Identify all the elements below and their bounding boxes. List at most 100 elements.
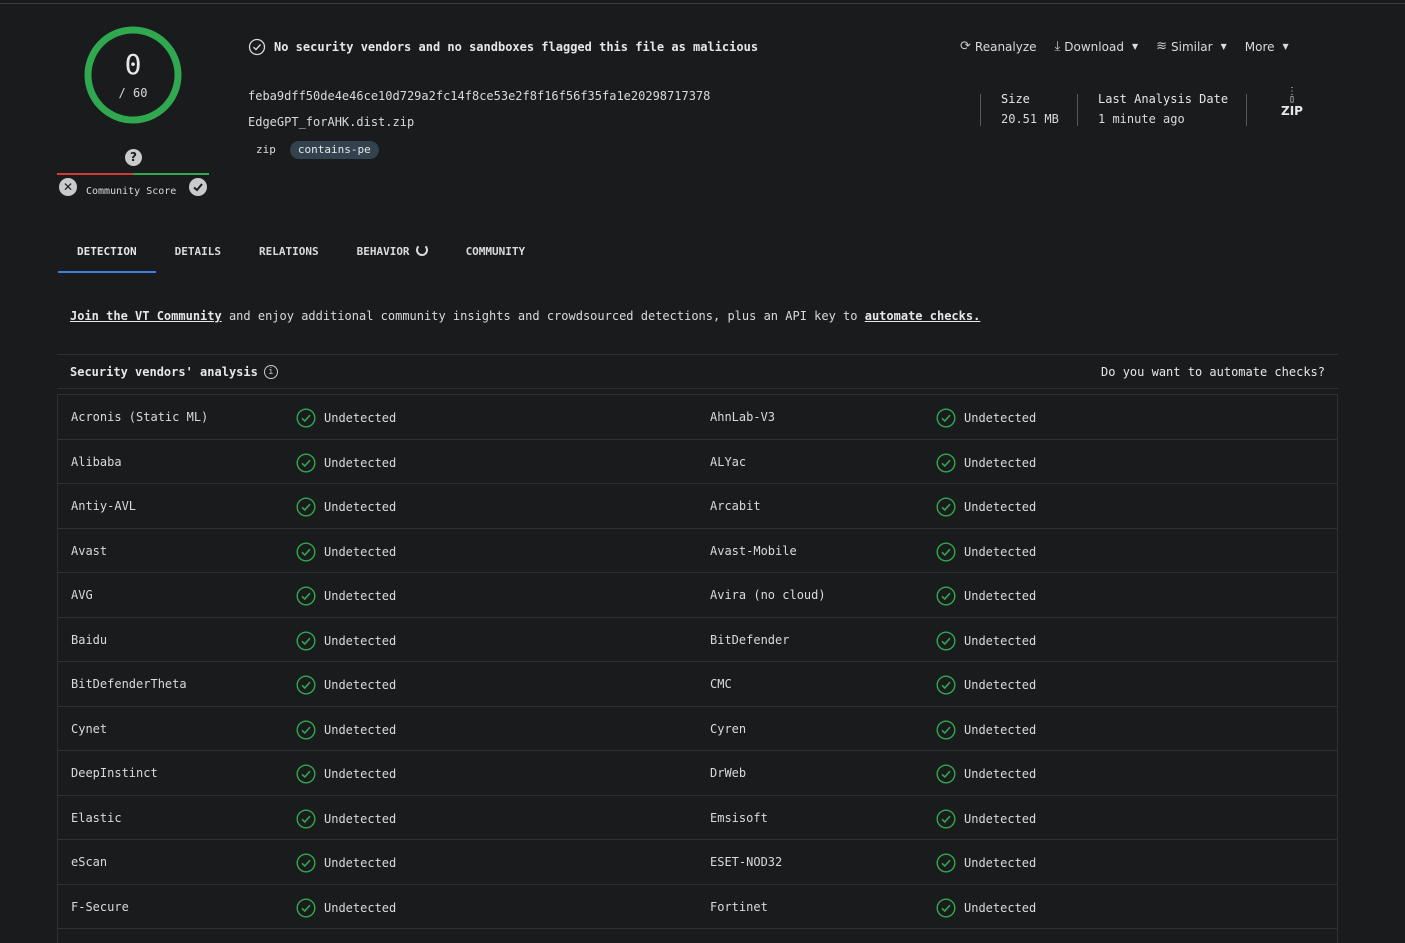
table-row: AVG Undetected Avira (no cloud) Undetected — [58, 573, 1337, 618]
reanalyze-button[interactable]: ⟳ Reanalyze — [960, 39, 1037, 54]
tab-relations[interactable]: RELATIONS — [240, 238, 338, 273]
file-size: Size 20.51 MB — [1001, 92, 1059, 126]
result-label: Undetected — [964, 767, 1037, 781]
tab-detection[interactable]: DETECTION — [58, 238, 156, 273]
similar-button[interactable]: ≋ Similar ▼ — [1156, 39, 1227, 54]
vendor-name: Acronis (Static ML) — [71, 410, 209, 424]
vendor-name: F-Secure — [71, 899, 129, 914]
table-row: BitDefenderTheta Undetected CMC Undetected — [58, 662, 1337, 707]
vendor-name: Cynet — [71, 721, 108, 736]
check-circle-icon — [936, 808, 956, 829]
vendor-name: DeepInstinct — [71, 766, 158, 780]
zip-file-icon: ⋮ ▯ ZIP — [1281, 86, 1303, 119]
info-icon[interactable]: i — [263, 365, 278, 379]
check-circle-icon — [936, 452, 956, 473]
check-circle-icon — [296, 630, 316, 651]
vendor-result: Undetected — [936, 808, 1036, 829]
file-hash[interactable]: feba9dff50de4e46ce10d729a2fc14f8ce53e2f8… — [248, 89, 710, 103]
download-button[interactable]: ⤓ Download ▼ — [1055, 39, 1139, 54]
result-label: Undetected — [324, 767, 397, 781]
result-label: Undetected — [964, 900, 1037, 915]
vendor-result: Undetected — [296, 808, 396, 829]
loading-spinner-icon — [415, 244, 428, 256]
vendor-name: eScan — [71, 855, 108, 869]
vendor-name: Arcabit — [710, 499, 761, 513]
tab-community[interactable]: COMMUNITY — [447, 238, 545, 273]
community-score-label: Community Score — [86, 186, 177, 197]
community-score-question-icon: ? — [125, 149, 142, 166]
vendor-result: Undetected — [296, 497, 396, 517]
vendor-result: Undetected — [296, 541, 396, 562]
check-circle-icon — [296, 764, 316, 784]
more-button[interactable]: More ▼ — [1245, 40, 1289, 54]
check-circle-icon — [296, 541, 316, 562]
vendor-name: Cyren — [710, 721, 747, 736]
table-row: Acronis (Static ML) Undetected AhnLab-V3 Un… — [58, 395, 1337, 440]
vendor-result: Undetected — [936, 764, 1036, 784]
vote-harmless-icon[interactable] — [189, 178, 207, 196]
vendor-result: Undetected — [296, 452, 397, 473]
table-row: eScan Undetected ESET-NOD32 Undetected — [58, 840, 1337, 885]
vendor-name: Baidu — [71, 632, 108, 647]
tag-contains-pe[interactable]: contains-pe — [289, 141, 379, 159]
vendor-name: AhnLab-V3 — [710, 410, 776, 424]
tab-details[interactable]: DETAILS — [156, 238, 240, 273]
file-tags: zip contains-pe — [248, 141, 379, 159]
vote-malicious-icon[interactable]: ✕ — [59, 178, 77, 196]
divider — [980, 94, 981, 126]
vendor-result: Undetected — [296, 719, 397, 740]
download-icon: ⤓ — [1054, 39, 1061, 54]
check-circle-icon — [936, 719, 956, 740]
analysis-title: Security vendors' analysis i — [70, 365, 278, 379]
vendor-result: Undetected — [296, 586, 396, 606]
last-analysis-date: Last Analysis Date 1 minute ago — [1098, 92, 1229, 126]
tab-behavior[interactable]: BEHAVIOR — [338, 238, 447, 273]
check-circle-icon — [936, 897, 956, 918]
result-label: Undetected — [324, 722, 397, 737]
vendor-result: Undetected — [936, 586, 1036, 606]
result-label: Undetected — [964, 544, 1037, 559]
vendor-name: Fortinet — [710, 899, 768, 914]
vendor-result: Undetected — [936, 408, 1036, 428]
vendor-name: BitDefenderTheta — [71, 677, 187, 691]
table-row: F-Secure Undetected Fortinet Undetected — [58, 885, 1337, 929]
vendor-result: Undetected — [936, 497, 1036, 517]
detection-count: 0 — [124, 48, 142, 81]
tag-zip[interactable]: zip — [248, 141, 284, 159]
automate-checks-link[interactable]: automate checks. — [865, 309, 981, 323]
check-circle-icon — [936, 408, 956, 428]
result-label: Undetected — [964, 455, 1037, 470]
check-circle-icon — [296, 719, 316, 740]
check-circle-icon — [296, 452, 316, 473]
detection-score-ring: 0 / 60 — [82, 24, 184, 126]
refresh-icon: ⟳ — [960, 39, 971, 54]
vendor-result: Undetected — [296, 853, 396, 873]
automate-checks-prompt[interactable]: Do you want to automate checks? — [1101, 365, 1325, 379]
table-row: Avast Undetected Avast-Mobile Undetected — [58, 529, 1337, 573]
result-label: Undetected — [964, 722, 1037, 737]
vendor-name: Emsisoft — [710, 810, 768, 825]
check-circle-icon — [936, 764, 956, 784]
check-circle-icon — [296, 586, 316, 606]
chevron-down-icon: ▼ — [1220, 42, 1227, 51]
detection-total: / 60 — [118, 86, 148, 100]
result-label: Undetected — [324, 411, 397, 425]
vendor-result: Undetected — [936, 452, 1037, 473]
result-label: Undetected — [324, 500, 397, 514]
check-circle-icon — [936, 541, 956, 562]
tab-bar: DETECTION DETAILS RELATIONS BEHAVIOR COM… — [58, 238, 544, 273]
table-row — [58, 929, 1337, 943]
result-label: Undetected — [324, 455, 397, 470]
check-circle-icon — [296, 853, 316, 873]
check-circle-icon — [296, 408, 316, 428]
table-row: Alibaba Undetected ALYac Undetected — [58, 440, 1337, 484]
result-label: Undetected — [964, 411, 1037, 425]
check-circle-icon — [296, 675, 316, 695]
table-row: DeepInstinct Undetected DrWeb Undetected — [58, 751, 1337, 796]
analysis-header: Security vendors' analysis i Do you want… — [57, 354, 1338, 389]
result-label: Undetected — [964, 856, 1037, 870]
vendor-name: Antiy-AVL — [71, 499, 137, 513]
join-community-link[interactable]: Join the VT Community — [70, 309, 222, 323]
table-row: Elastic Undetected Emsisoft Undetected — [58, 796, 1337, 840]
vendor-result: Undetected — [296, 897, 396, 918]
